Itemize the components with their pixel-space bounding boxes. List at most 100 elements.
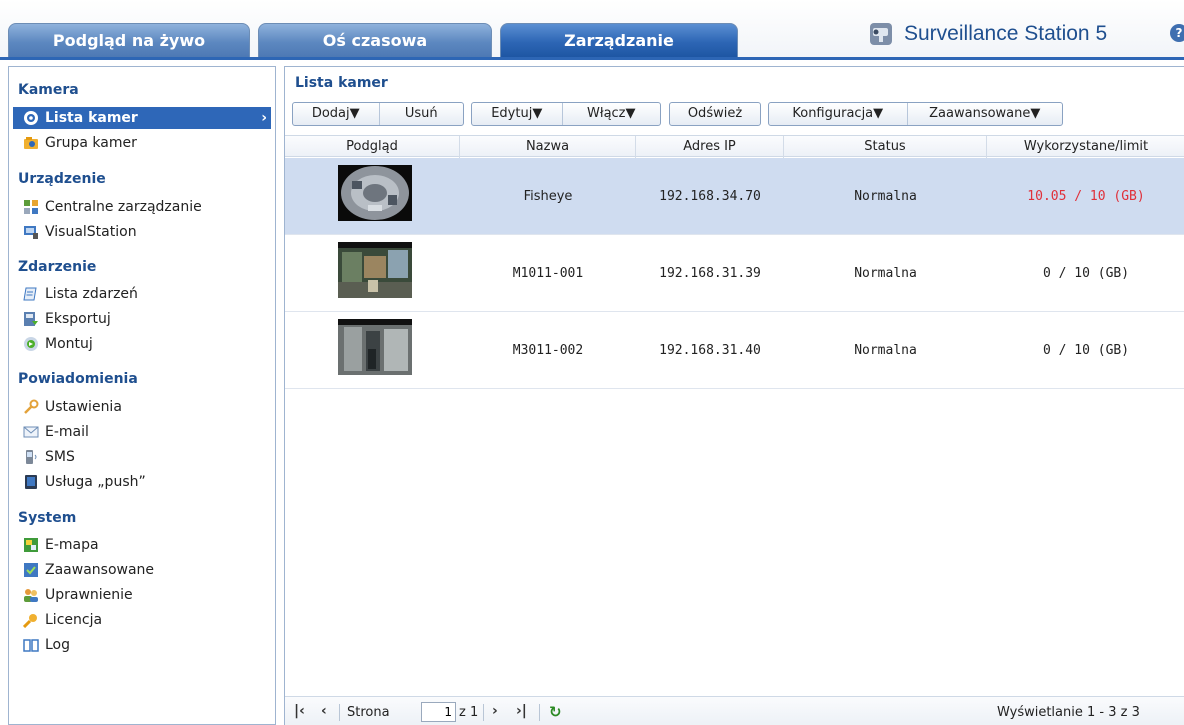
camera-name: Fisheye xyxy=(523,189,573,204)
column-ip[interactable]: Adres IP xyxy=(636,136,784,158)
page-count-label: z 1 xyxy=(459,705,479,720)
column-name[interactable]: Nazwa xyxy=(460,136,636,158)
separator xyxy=(539,704,540,721)
delete-button[interactable]: Usuń xyxy=(380,103,464,125)
camera-group-icon xyxy=(24,137,38,149)
panel-title: Lista kamer xyxy=(295,75,388,91)
mail-icon xyxy=(23,426,39,438)
log-icon xyxy=(23,639,39,652)
refresh-icon[interactable]: ↻ xyxy=(549,703,562,721)
chevron-down-icon: ▼ xyxy=(1030,106,1041,121)
camera-ip: 192.168.34.70 xyxy=(659,189,761,204)
column-status[interactable]: Status xyxy=(784,136,987,158)
previous-page-icon[interactable]: ‹ xyxy=(321,703,327,719)
camera-usage: 0 / 10 (GB) xyxy=(1042,266,1130,281)
chevron-down-icon: ▼ xyxy=(349,106,360,121)
column-preview[interactable]: Podgląd xyxy=(285,136,460,158)
sidebar-item-label: Eksportuj xyxy=(45,311,111,327)
sidebar-item-visualstation[interactable]: VisualStation xyxy=(13,221,271,243)
chevron-down-icon: ▼ xyxy=(625,106,636,121)
visualstation-icon xyxy=(24,226,38,239)
config-advanced-group: Konfiguracja▼ Zaawansowane▼ xyxy=(768,102,1063,126)
camera-preview-thumbnail xyxy=(338,242,412,298)
sidebar-section-kamera: Kamera xyxy=(18,82,79,98)
sidebar-item-permissions[interactable]: Uprawnienie xyxy=(13,584,271,606)
sidebar-item-email[interactable]: E-mail xyxy=(13,421,271,443)
enable-button[interactable]: Włącz▼ xyxy=(563,103,660,125)
help-icon[interactable]: ? xyxy=(1170,24,1184,42)
enable-button-label: Włącz xyxy=(587,106,626,121)
sidebar-section-zdarzenie: Zdarzenie xyxy=(18,259,97,275)
wrench-icon xyxy=(24,399,39,414)
table-header: Podgląd Nazwa Adres IP Status Wykorzysta… xyxy=(285,135,1184,158)
key-icon xyxy=(23,614,37,628)
page-number-input[interactable] xyxy=(421,702,456,722)
sidebar-item-label: Grupa kamer xyxy=(45,135,137,151)
sidebar-item-advanced[interactable]: Zaawansowane xyxy=(13,559,271,581)
sidebar: Kamera Lista kamer › Grupa kamer Urządze… xyxy=(8,66,276,725)
edit-button-label: Edytuj xyxy=(491,106,533,121)
camera-ip: 192.168.31.40 xyxy=(659,343,761,358)
sidebar-item-license[interactable]: Licencja xyxy=(13,609,271,631)
sms-icon xyxy=(26,450,37,464)
sidebar-item-settings[interactable]: Ustawienia xyxy=(13,396,271,418)
next-page-icon[interactable]: › xyxy=(492,703,498,719)
office-preview-image xyxy=(338,242,412,298)
camera-ip: 192.168.31.39 xyxy=(659,266,761,281)
sidebar-section-urzadzenie: Urządzenie xyxy=(18,171,106,187)
chevron-down-icon: ▼ xyxy=(873,106,884,121)
camera-usage: 10.05 / 10 (GB) xyxy=(1027,189,1145,204)
column-usage[interactable]: Wykorzystane/limit xyxy=(987,136,1184,158)
sidebar-item-push-service[interactable]: Usługa „push” xyxy=(13,471,271,493)
sidebar-item-export[interactable]: Eksportuj xyxy=(13,308,271,330)
event-list-icon xyxy=(23,287,37,301)
push-service-icon xyxy=(25,475,37,489)
pagination-bar: |‹ ‹ Strona z 1 › ›| ↻ Wyświetlanie 1 - … xyxy=(285,696,1184,725)
sidebar-item-event-list[interactable]: Lista zdarzeń xyxy=(13,283,271,305)
advanced-button[interactable]: Zaawansowane▼ xyxy=(908,103,1062,125)
camera-icon xyxy=(24,111,38,125)
camera-name: M1011-001 xyxy=(512,266,584,281)
tab-timeline[interactable]: Oś czasowa xyxy=(258,23,492,57)
export-icon xyxy=(24,312,38,326)
sidebar-item-label: Lista kamer xyxy=(45,110,138,126)
top-bar: Podgląd na żywo Oś czasowa Zarządzanie S… xyxy=(0,0,1184,60)
surveillance-camera-icon xyxy=(870,23,892,45)
sidebar-item-emap[interactable]: E-mapa xyxy=(13,534,271,556)
camera-usage: 0 / 10 (GB) xyxy=(1042,343,1130,358)
last-page-icon[interactable]: ›| xyxy=(516,703,527,719)
table-row[interactable]: M3011-002 192.168.31.40 Normalna 0 / 10 … xyxy=(285,312,1184,389)
sidebar-item-camera-list[interactable]: Lista kamer › xyxy=(13,107,271,129)
camera-status: Normalna xyxy=(854,343,917,358)
sidebar-item-camera-group[interactable]: Grupa kamer xyxy=(13,132,271,154)
fisheye-preview-image xyxy=(338,165,412,221)
first-page-icon[interactable]: |‹ xyxy=(294,703,305,719)
table-row[interactable]: Fisheye 192.168.34.70 Normalna 10.05 / 1… xyxy=(285,158,1184,235)
sidebar-item-central-management[interactable]: Centralne zarządzanie xyxy=(13,196,271,218)
app-title: Surveillance Station 5 xyxy=(904,22,1108,45)
tab-live-view[interactable]: Podgląd na żywo xyxy=(8,23,250,57)
page-label: Strona xyxy=(347,705,390,720)
sidebar-item-log[interactable]: Log xyxy=(13,634,271,656)
sidebar-item-sms[interactable]: SMS xyxy=(13,446,271,468)
edit-button[interactable]: Edytuj▼ xyxy=(472,103,562,125)
edit-enable-group: Edytuj▼ Włącz▼ xyxy=(471,102,661,126)
advanced-button-label: Zaawansowane xyxy=(929,106,1031,121)
camera-preview-thumbnail xyxy=(338,319,412,375)
tab-bar-underline xyxy=(0,57,1184,60)
table-row[interactable]: M1011-001 192.168.31.39 Normalna 0 / 10 … xyxy=(285,235,1184,312)
sidebar-item-mount[interactable]: Montuj xyxy=(13,333,271,355)
sidebar-item-label: VisualStation xyxy=(45,224,137,240)
display-info: Wyświetlanie 1 - 3 z 3 xyxy=(997,705,1140,720)
tab-management[interactable]: Zarządzanie xyxy=(500,23,738,57)
add-button[interactable]: Dodaj▼ xyxy=(293,103,379,125)
add-delete-group: Dodaj▼ Usuń xyxy=(292,102,464,126)
brand: Surveillance Station 5 xyxy=(866,18,1107,50)
refresh-button[interactable]: Odśwież xyxy=(669,102,761,126)
sidebar-item-label: Centralne zarządzanie xyxy=(45,199,202,215)
configuration-button[interactable]: Konfiguracja▼ xyxy=(769,103,907,125)
sidebar-item-label: Montuj xyxy=(45,336,93,352)
users-icon xyxy=(24,589,38,602)
emap-icon xyxy=(24,538,38,552)
sidebar-section-powiadomienia: Powiadomienia xyxy=(18,371,138,387)
